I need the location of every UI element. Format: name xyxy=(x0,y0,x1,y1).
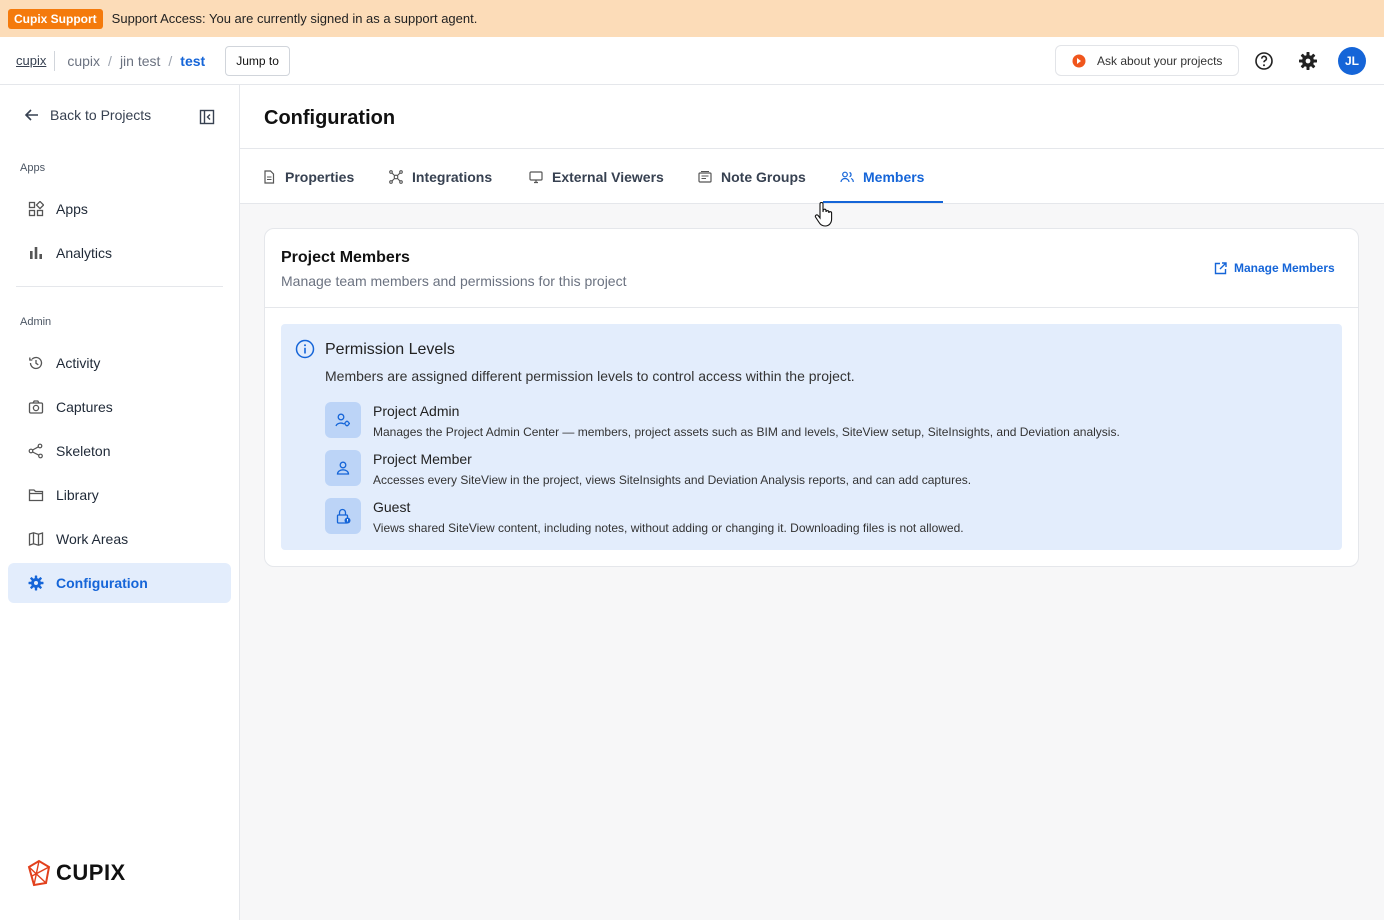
permission-level-item: Project Member Accesses every SiteView i… xyxy=(325,450,1305,490)
jump-to-button[interactable]: Jump to xyxy=(225,45,290,76)
breadcrumb-org[interactable]: cupix xyxy=(67,53,100,69)
breadcrumb-divider xyxy=(54,50,56,71)
tab-label: Properties xyxy=(285,168,355,185)
tab-label: Integrations xyxy=(412,168,493,185)
user-avatar[interactable]: JL xyxy=(1338,47,1366,75)
sidebar-divider xyxy=(16,286,223,287)
level-name: Project Member xyxy=(373,451,472,467)
nodes-icon xyxy=(28,443,43,459)
collapse-sidebar-icon[interactable] xyxy=(199,109,215,125)
breadcrumb-separator: / xyxy=(168,52,173,69)
ai-spark-icon xyxy=(1072,54,1086,67)
sidebar-item-label: Activity xyxy=(56,355,101,371)
tab-external-viewers[interactable]: External Viewers xyxy=(529,149,664,204)
sidebar-item-activity[interactable]: Activity xyxy=(8,343,231,383)
sidebar-item-work-areas[interactable]: Work Areas xyxy=(8,519,231,559)
ask-ai-button[interactable]: Ask about your projects xyxy=(1055,45,1239,76)
grid-icon xyxy=(28,201,44,217)
settings-gear-icon[interactable] xyxy=(1298,51,1318,71)
history-icon xyxy=(29,356,43,370)
card-title: Project Members xyxy=(281,249,410,266)
arrow-left-icon xyxy=(24,109,38,121)
top-bar: cupix cupix / jin test / test Jump to As… xyxy=(0,37,1384,85)
project-members-card: Project Members Manage team members and … xyxy=(264,228,1359,567)
sidebar-item-label: Apps xyxy=(56,201,88,217)
sidebar-item-label: Captures xyxy=(56,399,113,415)
tab-integrations[interactable]: Integrations xyxy=(389,149,492,204)
breadcrumb-separator: / xyxy=(108,52,112,69)
document-icon xyxy=(264,169,275,184)
level-name: Guest xyxy=(373,499,411,515)
bar-chart-icon xyxy=(30,247,42,259)
guest-lock-icon xyxy=(325,498,361,534)
notes-icon xyxy=(698,170,712,183)
back-label: Back to Projects xyxy=(50,107,152,123)
card-subtitle: Manage team members and permissions for … xyxy=(281,273,627,289)
external-link-icon xyxy=(1214,261,1227,274)
help-icon[interactable] xyxy=(1254,51,1274,71)
sidebar-item-label: Library xyxy=(56,487,99,503)
level-description: Views shared SiteView content, including… xyxy=(373,521,964,535)
info-icon xyxy=(295,339,315,359)
sidebar-item-captures[interactable]: Captures xyxy=(8,387,231,427)
section-label-apps: Apps xyxy=(20,162,46,174)
map-icon xyxy=(28,532,44,546)
back-to-projects-link[interactable]: Back to Projects xyxy=(24,107,151,123)
support-banner: Cupix Support Support Access: You are cu… xyxy=(0,0,1384,37)
active-tab-indicator xyxy=(823,201,943,203)
admin-user-icon xyxy=(325,402,361,438)
gear-icon xyxy=(28,575,44,591)
monitor-icon xyxy=(529,170,543,183)
sidebar-item-apps[interactable]: Apps xyxy=(8,189,231,229)
cupix-logo-icon xyxy=(27,859,51,887)
sidebar: Back to Projects Apps Apps Analytics Adm… xyxy=(0,85,240,920)
level-name: Project Admin xyxy=(373,403,460,419)
tab-label: Members xyxy=(863,168,925,185)
sidebar-item-label: Skeleton xyxy=(56,443,111,459)
home-link[interactable]: cupix xyxy=(16,53,46,68)
tab-label: External Viewers xyxy=(552,168,664,185)
level-description: Accesses every SiteView in the project, … xyxy=(373,473,972,487)
support-badge: Cupix Support xyxy=(8,8,103,29)
sidebar-item-label: Configuration xyxy=(56,575,148,591)
breadcrumb-project[interactable]: test xyxy=(180,53,205,69)
sidebar-item-analytics[interactable]: Analytics xyxy=(8,233,231,273)
tab-properties[interactable]: Properties xyxy=(262,149,354,204)
info-title: Permission Levels xyxy=(325,341,455,358)
permission-levels-info: Permission Levels Members are assigned d… xyxy=(281,324,1342,550)
tab-note-groups[interactable]: Note Groups xyxy=(698,149,806,204)
sidebar-item-skeleton[interactable]: Skeleton xyxy=(8,431,231,471)
tab-members[interactable]: Members xyxy=(840,149,924,204)
level-description: Manages the Project Admin Center — membe… xyxy=(373,425,1120,439)
member-user-icon xyxy=(325,450,361,486)
sidebar-item-label: Work Areas xyxy=(56,531,129,547)
tab-label: Note Groups xyxy=(721,168,806,185)
manage-members-label: Manage Members xyxy=(1234,261,1335,275)
camera-icon xyxy=(28,400,44,414)
breadcrumb-group[interactable]: jin test xyxy=(120,53,160,69)
cupix-logo: CUPIX xyxy=(26,859,126,887)
ask-ai-label: Ask about your projects xyxy=(1097,53,1223,68)
sidebar-item-label: Analytics xyxy=(56,245,113,261)
network-icon xyxy=(389,169,403,184)
logo-wordmark: CUPIX xyxy=(56,860,126,885)
manage-members-link[interactable]: Manage Members xyxy=(1214,261,1335,275)
sidebar-item-library[interactable]: Library xyxy=(8,475,231,515)
sidebar-item-configuration[interactable]: Configuration xyxy=(8,563,231,603)
card-header: Project Members Manage team members and … xyxy=(265,229,1358,308)
info-description: Members are assigned different permissio… xyxy=(325,368,855,384)
permission-level-item: Project Admin Manages the Project Admin … xyxy=(325,402,1305,442)
support-message: Support Access: You are currently signed… xyxy=(111,11,478,26)
page-header: Configuration xyxy=(240,85,1384,149)
section-label-admin: Admin xyxy=(20,316,52,328)
folder-icon xyxy=(28,489,44,502)
permission-level-item: Guest Views shared SiteView content, inc… xyxy=(325,498,1305,538)
hand-cursor-icon xyxy=(814,202,833,227)
users-icon xyxy=(840,171,854,182)
page-title: Configuration xyxy=(264,107,396,129)
tab-bar: Properties Integrations External Viewers… xyxy=(240,149,1384,204)
